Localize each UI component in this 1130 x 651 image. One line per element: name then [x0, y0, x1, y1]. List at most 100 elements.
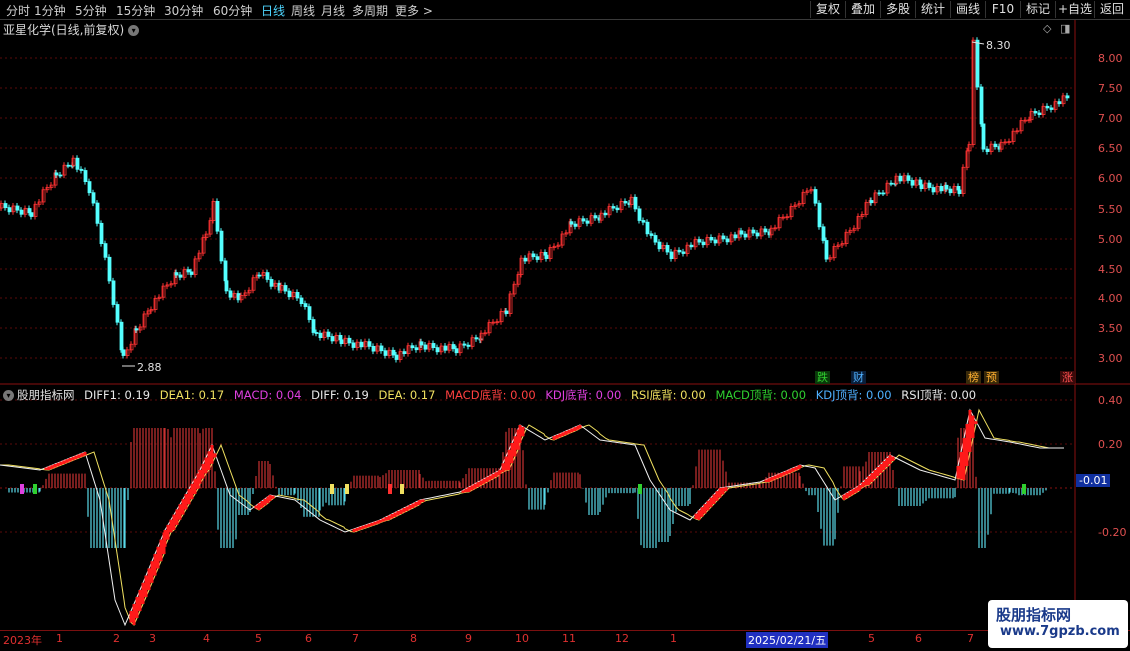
candle-body	[330, 336, 335, 342]
time-label: 7	[352, 632, 359, 645]
macd-value: MACD: 0.04	[233, 388, 302, 402]
event-badge-bang[interactable]: 榜	[966, 371, 981, 384]
signal-mark	[345, 484, 349, 494]
candle-body	[339, 339, 344, 344]
time-label: 10	[515, 632, 529, 645]
candle-body	[677, 249, 682, 253]
event-badge-zhang[interactable]: 涨	[1060, 371, 1075, 384]
y-tick: 4.00	[1098, 292, 1123, 305]
candle-body	[919, 184, 924, 190]
candle-body	[697, 239, 702, 243]
candle-body	[755, 232, 760, 237]
diamond-icon[interactable]: ◇	[1043, 22, 1051, 35]
candle-body	[303, 303, 308, 308]
diff1-value: DIFF1: 0.19	[84, 388, 151, 402]
time-label: 1	[56, 632, 63, 645]
candle-body	[54, 172, 59, 176]
candle-body	[257, 274, 262, 277]
time-label: 3	[149, 632, 156, 645]
candle-body	[95, 202, 100, 224]
time-label: 6	[305, 632, 312, 645]
candle-body	[939, 185, 944, 192]
candle-body	[665, 244, 670, 253]
candle-body	[295, 291, 300, 299]
candle-body	[423, 344, 428, 350]
signal-mark	[400, 484, 404, 494]
candle-body	[419, 341, 424, 346]
candle-body	[111, 280, 116, 305]
candle-body	[751, 229, 756, 234]
candle-body	[544, 254, 549, 259]
time-label: 11	[562, 632, 576, 645]
ind-y-tick: 0.20	[1098, 438, 1123, 451]
candle-body	[431, 343, 436, 349]
candle-body	[174, 272, 179, 276]
rsi-top-div-value: RSI顶背: 0.00	[901, 388, 977, 402]
candle-body	[91, 192, 96, 204]
chart-canvas[interactable]	[0, 0, 1130, 650]
candle-body	[881, 192, 886, 195]
candle-body	[410, 345, 415, 349]
time-label: 9	[465, 632, 472, 645]
time-label: 6	[915, 632, 922, 645]
indicator-name[interactable]: 股朋指标网	[17, 388, 75, 402]
time-cursor-label: 2025/02/21/五	[746, 632, 829, 648]
event-badge-yu[interactable]: 预	[984, 371, 999, 384]
candle-body	[877, 192, 882, 195]
candle-body	[265, 272, 270, 280]
candle-body	[1049, 107, 1054, 110]
candle-body	[75, 157, 80, 170]
y-tick: 4.50	[1098, 263, 1123, 276]
signal-mark	[1022, 484, 1026, 494]
candle-body	[637, 208, 642, 221]
diff-line	[0, 408, 1064, 627]
candle-body	[215, 200, 220, 232]
candle-body	[957, 189, 962, 194]
event-badge-cai[interactable]: 财	[851, 371, 866, 384]
candle-body	[603, 212, 608, 216]
candle-body	[593, 215, 598, 219]
candle-body	[573, 223, 578, 227]
candle-body	[733, 234, 738, 239]
candle-body	[611, 206, 616, 209]
current-value-marker: -0.01	[1076, 474, 1111, 487]
time-label: 5	[255, 632, 262, 645]
chevron-down-icon[interactable]: ▾	[128, 25, 140, 36]
high-price-label: 8.30	[986, 39, 1011, 52]
candle-body	[649, 233, 654, 236]
candle-body	[615, 207, 620, 211]
candle-body	[351, 342, 356, 348]
candle-body	[681, 251, 686, 254]
time-label: 8	[410, 632, 417, 645]
chevron-down-icon[interactable]: ▾	[3, 390, 14, 401]
candle-body	[979, 86, 984, 125]
candle-body	[134, 328, 139, 331]
event-badge-die[interactable]: 跌	[815, 371, 830, 384]
y-tick: 8.00	[1098, 52, 1123, 65]
candle-body	[299, 297, 304, 304]
time-label: 2023年	[3, 634, 42, 647]
y-tick: 5.50	[1098, 203, 1123, 216]
candle-body	[1057, 101, 1062, 105]
time-label: 4	[203, 632, 210, 645]
macd-top-div-value: MACD顶背: 0.00	[715, 388, 807, 402]
candle-body	[394, 354, 399, 360]
rsi-bottom-div-value: RSI底背: 0.00	[630, 388, 706, 402]
candle-body	[817, 202, 822, 228]
candle-body	[347, 337, 352, 344]
candle-body	[115, 304, 120, 323]
y-tick: 3.50	[1098, 322, 1123, 335]
kdj-bottom-div-value: KDJ底背: 0.00	[545, 388, 622, 402]
panel-toggle-icon[interactable]: ◨	[1060, 22, 1070, 35]
candle-body	[1033, 111, 1038, 114]
watermark-url: www.7gpzb.com	[1000, 624, 1120, 639]
candle-body	[189, 271, 194, 275]
candle-body	[287, 290, 292, 298]
candle-body	[178, 274, 183, 278]
candle-body	[763, 228, 768, 233]
candle-body	[906, 175, 911, 181]
low-price-label: 2.88	[137, 361, 162, 374]
candle-body	[824, 240, 829, 260]
candle-body	[318, 332, 323, 339]
candle-body	[443, 345, 448, 351]
